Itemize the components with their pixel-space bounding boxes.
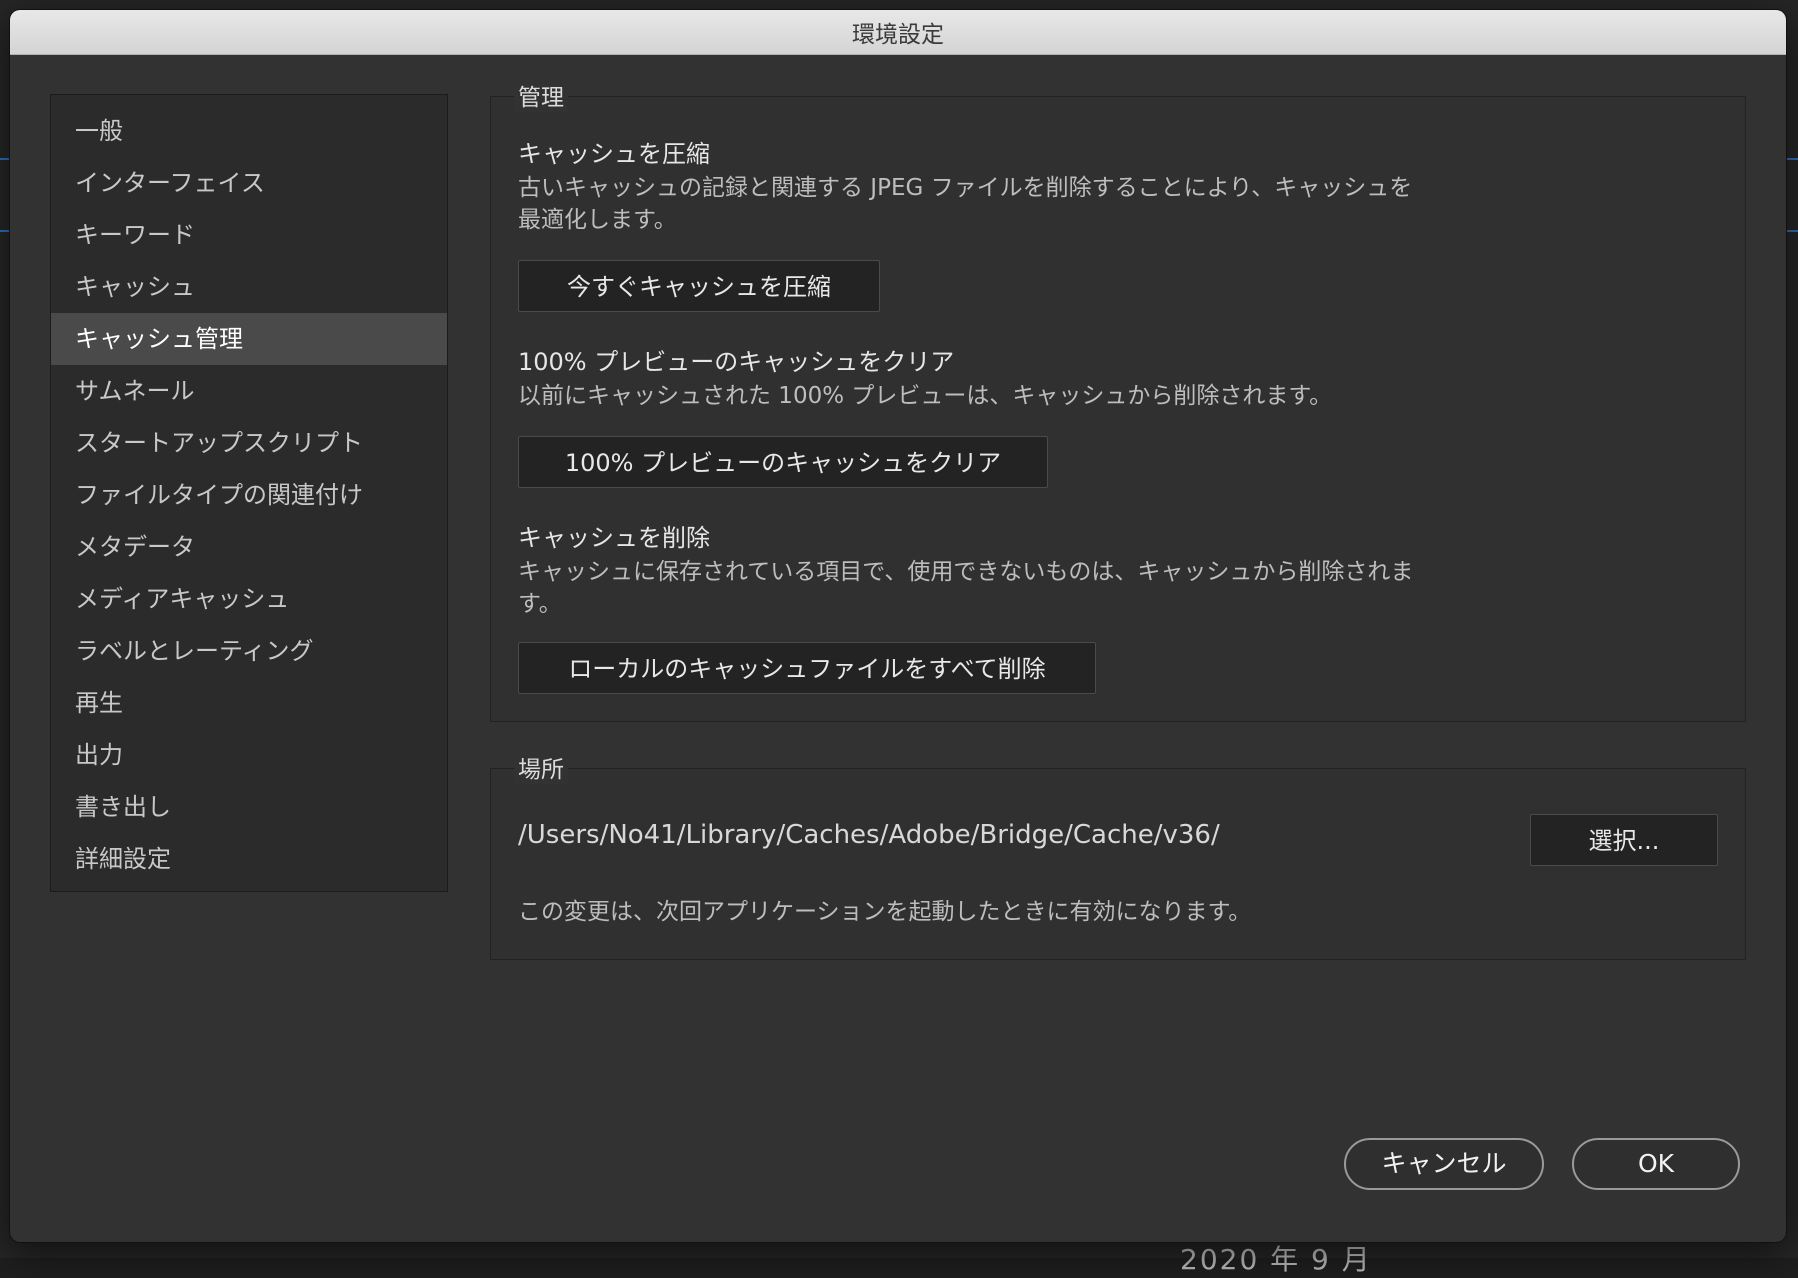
sidebar-item-media-cache[interactable]: メディアキャッシュ (51, 573, 447, 625)
dialog-titlebar[interactable]: 環境設定 (10, 10, 1786, 55)
sidebar-item-playback[interactable]: 再生 (51, 677, 447, 729)
dialog-title: 環境設定 (852, 22, 944, 48)
choose-location-button[interactable]: 選択... (1530, 814, 1718, 866)
sidebar-item-metadata[interactable]: メタデータ (51, 521, 447, 573)
background-date-text: 2020 年 9 月 (1180, 1243, 1372, 1276)
preferences-sidebar: 一般 インターフェイス キーワード キャッシュ キャッシュ管理 サムネール スタ… (50, 94, 448, 892)
clear-preview-cache-button[interactable]: 100% プレビューのキャッシュをクリア (518, 436, 1048, 488)
preferences-dialog: 環境設定 一般 インターフェイス キーワード キャッシュ キャッシュ管理 サムネ… (10, 10, 1786, 1242)
clear-preview-cache-description: 以前にキャッシュされた 100% プレビューは、キャッシュから削除されます。 (518, 383, 1333, 409)
sidebar-item-advanced[interactable]: 詳細設定 (51, 833, 447, 885)
purge-cache-description: キャッシュに保存されている項目で、使用できないものは、キャッシュから削除されます… (518, 559, 1414, 617)
restart-note: この変更は、次回アプリケーションを起動したときに有効になります。 (518, 899, 1252, 925)
sidebar-item-cache[interactable]: キャッシュ (51, 261, 447, 313)
purge-cache-title: キャッシュを削除 (518, 524, 710, 552)
sidebar-item-interface[interactable]: インターフェイス (51, 157, 447, 209)
sidebar-item-output[interactable]: 出力 (51, 729, 447, 781)
purge-local-cache-button[interactable]: ローカルのキャッシュファイルをすべて削除 (518, 642, 1096, 694)
manage-group-title: 管理 (514, 78, 568, 112)
clear-preview-cache-title: 100% プレビューのキャッシュをクリア (518, 348, 955, 376)
cancel-button[interactable]: キャンセル (1344, 1138, 1544, 1190)
compact-cache-description: 古いキャッシュの記録と関連する JPEG ファイルを削除することにより、キャッシ… (518, 175, 1413, 233)
sidebar-item-labels-ratings[interactable]: ラベルとレーティング (51, 625, 447, 677)
background-selection-edge (1786, 230, 1798, 232)
sidebar-item-startup-scripts[interactable]: スタートアップスクリプト (51, 417, 447, 469)
sidebar-item-keywords[interactable]: キーワード (51, 209, 447, 261)
background-selection-edge (1786, 158, 1798, 160)
ok-button[interactable]: OK (1572, 1138, 1740, 1190)
sidebar-item-general[interactable]: 一般 (51, 105, 447, 157)
sidebar-item-export[interactable]: 書き出し (51, 781, 447, 833)
location-group-title: 場所 (514, 750, 568, 784)
sidebar-item-thumbnails[interactable]: サムネール (51, 365, 447, 417)
sidebar-item-file-type-associations[interactable]: ファイルタイプの関連付け (51, 469, 447, 521)
compact-cache-title: キャッシュを圧縮 (518, 140, 710, 168)
cache-location-path: /Users/No41/Library/Caches/Adobe/Bridge/… (518, 820, 1220, 850)
compact-cache-button[interactable]: 今すぐキャッシュを圧縮 (518, 260, 880, 312)
sidebar-item-cache-management[interactable]: キャッシュ管理 (51, 313, 447, 365)
